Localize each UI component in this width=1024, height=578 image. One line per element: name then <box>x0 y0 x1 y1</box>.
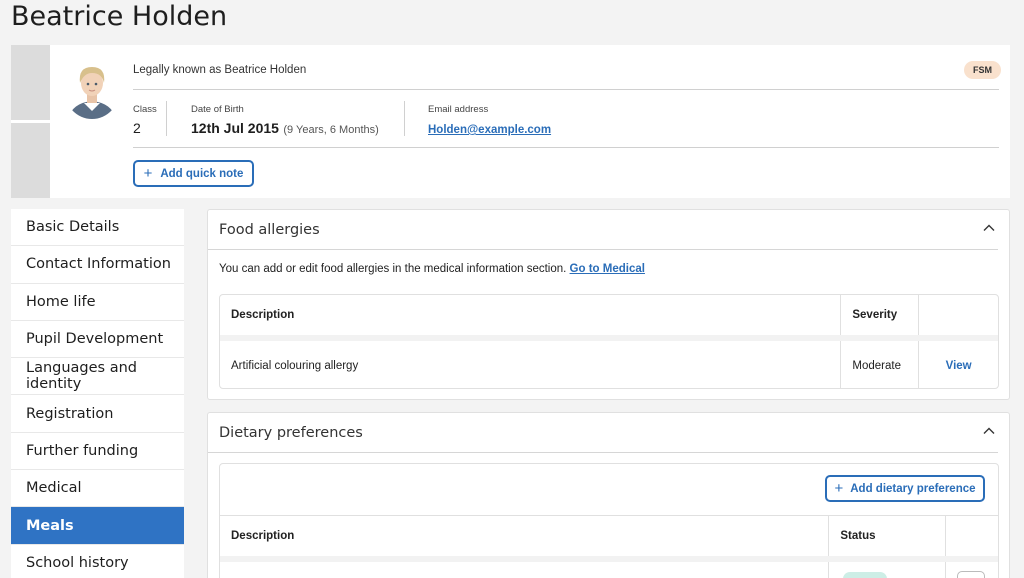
row-actions <box>946 562 998 578</box>
food-allergies-panel: Food allergies You can add or edit food … <box>207 209 1010 400</box>
sidebar-item-school-history[interactable]: School history <box>11 544 184 578</box>
dob-info: Date of Birth 12th Jul 2015 (9 Years, 6 … <box>191 104 379 138</box>
header-side-strip <box>11 45 50 198</box>
divider <box>133 147 999 148</box>
row-menu-button[interactable] <box>957 571 986 578</box>
email-label: Email address <box>428 104 489 115</box>
plus-icon: + <box>834 480 844 497</box>
go-to-medical-link[interactable]: Go to Medical <box>570 263 645 275</box>
table-row: Artificial colouring allergy Moderate Vi… <box>220 341 998 388</box>
divider <box>133 89 999 90</box>
table-header-row: Description Status <box>220 516 998 556</box>
dob-value: 12th Jul 2015 <box>191 120 279 136</box>
allergy-note-text: You can add or edit food allergies in th… <box>219 263 567 275</box>
info-separator <box>404 101 405 136</box>
allergy-severity: Moderate <box>841 341 920 388</box>
view-link[interactable]: View <box>919 341 998 388</box>
status-badge <box>843 572 888 578</box>
email-link[interactable]: Holden@example.com <box>428 124 551 136</box>
panel-title: Food allergies <box>219 221 320 238</box>
legal-name: Legally known as Beatrice Holden <box>133 64 307 76</box>
table-toolbar: + Add dietary preference <box>220 464 998 516</box>
info-separator <box>166 101 167 136</box>
dob-label: Date of Birth <box>191 104 244 115</box>
panel-header[interactable]: Dietary preferences <box>208 413 998 453</box>
sidebar-item-contact-information[interactable]: Contact Information <box>11 246 184 284</box>
panel-header[interactable]: Food allergies <box>208 210 998 250</box>
pupil-header-card: Legally known as Beatrice Holden FSM Cla… <box>11 45 1010 198</box>
chevron-up-icon[interactable] <box>982 424 996 438</box>
column-header-actions <box>946 516 998 556</box>
add-dietary-preference-label: Add dietary preference <box>850 482 976 495</box>
plus-icon: + <box>143 165 153 182</box>
column-header-actions <box>919 295 998 335</box>
allergy-description: Artificial colouring allergy <box>220 341 842 388</box>
column-header-description: Description <box>220 516 830 556</box>
sidebar-item-languages-and-identity[interactable]: Languages and identity <box>11 358 184 396</box>
class-value: 2 <box>133 120 141 136</box>
add-dietary-preference-button[interactable]: + Add dietary preference <box>825 475 985 502</box>
sidebar-item-home-life[interactable]: Home life <box>11 283 184 321</box>
column-header-status: Status <box>829 516 947 556</box>
sidebar-item-pupil-development[interactable]: Pupil Development <box>11 320 184 359</box>
fsm-badge: FSM <box>964 61 1001 79</box>
preference-description <box>220 562 830 578</box>
table-header-row: Description Severity <box>220 295 998 335</box>
strip-block-top <box>11 45 50 120</box>
column-header-severity: Severity <box>841 295 920 335</box>
dietary-table: + Add dietary preference Description Sta… <box>219 463 999 578</box>
preference-status <box>829 562 947 578</box>
panel-title: Dietary preferences <box>219 424 363 441</box>
allergy-note: You can add or edit food allergies in th… <box>219 263 645 275</box>
sidebar-item-further-funding[interactable]: Further funding <box>11 432 184 471</box>
dob-age: (9 Years, 6 Months) <box>283 124 379 136</box>
add-quick-note-button[interactable]: + Add quick note <box>133 160 254 187</box>
column-header-description: Description <box>220 295 842 335</box>
class-label: Class <box>133 104 157 115</box>
sidebar-nav: Basic Details Contact Information Home l… <box>11 209 184 578</box>
dietary-preferences-panel: Dietary preferences + Add dietary prefer… <box>207 412 1010 578</box>
sidebar-item-meals[interactable]: Meals <box>11 507 184 545</box>
avatar <box>64 59 120 119</box>
page-title: Beatrice Holden <box>11 1 228 32</box>
sidebar-item-basic-details[interactable]: Basic Details <box>11 209 184 247</box>
chevron-up-icon[interactable] <box>982 221 996 235</box>
email-info: Email address Holden@example.com <box>428 104 551 138</box>
allergy-table: Description Severity Artificial colourin… <box>219 294 999 389</box>
add-quick-note-label: Add quick note <box>160 167 244 180</box>
strip-block-bottom <box>11 123 50 198</box>
sidebar-item-registration[interactable]: Registration <box>11 395 184 433</box>
sidebar-item-medical[interactable]: Medical <box>11 470 184 508</box>
table-row <box>220 562 998 578</box>
class-info: Class 2 <box>133 104 157 138</box>
